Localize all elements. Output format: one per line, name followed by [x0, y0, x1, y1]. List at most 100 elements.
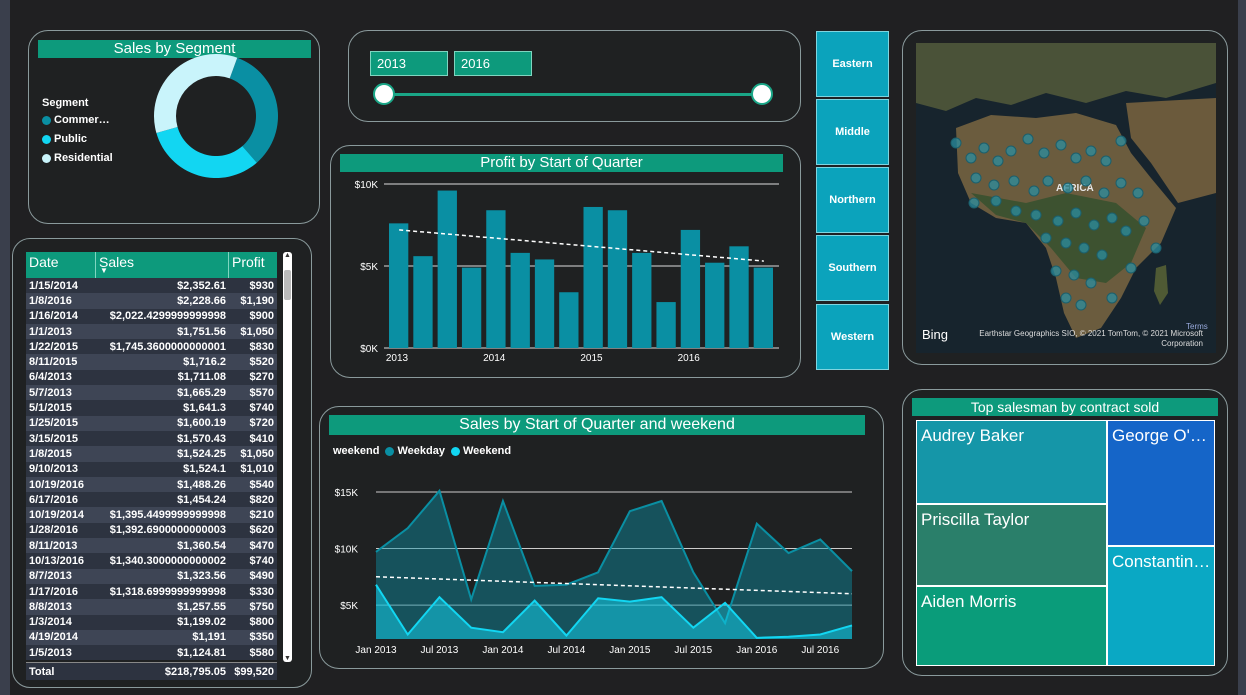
treemap-cell-priscilla-taylor[interactable]: Priscilla Taylor: [916, 504, 1107, 586]
table-row[interactable]: 8/8/2013 $1,257.55 $750: [26, 599, 277, 615]
cell-sales: $1,488.26: [96, 476, 229, 493]
year-range-slicer: 2013 2016: [348, 30, 801, 122]
table-row[interactable]: 1/22/2015 $1,745.3600000000001 $830: [26, 339, 277, 355]
map-bubble: [1008, 175, 1020, 187]
treemap-cell-george[interactable]: George O'…: [1107, 420, 1215, 546]
table-row[interactable]: 6/17/2016 $1,454.24 $820: [26, 492, 277, 508]
legend-weekend-label: Weekend: [462, 445, 512, 457]
region-button-southern[interactable]: Southern: [816, 235, 889, 301]
segment-legend-label: Residential: [54, 152, 113, 164]
table-row[interactable]: 8/11/2015 $1,716.2 $520: [26, 354, 277, 370]
y-tick-label: $5K: [340, 601, 358, 612]
map-bubble: [950, 137, 962, 149]
table-row[interactable]: 1/15/2014 $2,352.61 $930: [26, 278, 277, 294]
map-bubble: [1028, 185, 1040, 197]
donut-slice: [156, 126, 257, 178]
header-date[interactable]: Date: [26, 252, 96, 278]
profit-chart-title: Profit by Start of Quarter: [340, 154, 783, 172]
profit-bar: [705, 262, 725, 348]
total-sales: $218,795.05: [164, 665, 226, 678]
map-bubble: [1100, 155, 1112, 167]
table-header: Date Sales ▼ Profit: [26, 252, 277, 278]
slider-track[interactable]: [385, 93, 763, 96]
table-row[interactable]: 5/1/2015 $1,641.3 $740: [26, 400, 277, 416]
cell-profit: $410: [229, 430, 277, 447]
x-tick-label: Jul 2014: [547, 645, 585, 656]
segment-legend-title: Segment: [42, 97, 89, 109]
cell-date: 5/1/2015: [26, 400, 96, 416]
legend-weekday-label: Weekday: [397, 445, 445, 457]
region-button-eastern[interactable]: Eastern: [816, 31, 889, 97]
map-bubble: [1062, 182, 1074, 194]
sales-weekend-area-chart: $5K $10K $15K Jan 2013 Jul 2013 Jan 2014 Jul 2…: [335, 488, 853, 656]
table-row[interactable]: 8/11/2013 $1,360.54 $470: [26, 538, 277, 554]
cell-sales: $1,524.25: [96, 446, 229, 462]
map-bubble: [1085, 145, 1097, 157]
table-row[interactable]: 1/28/2016 $1,392.6900000000003 $620: [26, 522, 277, 539]
slider-handle-end[interactable]: [751, 83, 773, 105]
donut-slice: [154, 53, 238, 134]
table-row[interactable]: 10/13/2016 $1,340.3000000000002 $740: [26, 553, 277, 569]
table-row[interactable]: 1/1/2013 $1,751.56 $1,050: [26, 323, 277, 340]
table-row[interactable]: 1/5/2013 $1,124.81 $580: [26, 645, 277, 661]
cell-date: 1/17/2016: [26, 583, 96, 600]
year-to-input[interactable]: 2016: [454, 51, 532, 76]
slider-handle-start[interactable]: [373, 83, 395, 105]
table-row[interactable]: 10/19/2016 $1,488.26 $540: [26, 476, 277, 493]
table-row[interactable]: 8/7/2013 $1,323.56 $490: [26, 568, 277, 584]
map-bubble: [1096, 249, 1108, 261]
scroll-up-arrow[interactable]: ▲: [283, 252, 292, 259]
map-bubble: [1052, 215, 1064, 227]
map-bubble: [978, 142, 990, 154]
donut-slice: [229, 57, 278, 163]
table-row[interactable]: 9/10/2013 $1,524.1 $1,010: [26, 461, 277, 477]
table-row[interactable]: 1/8/2016 $2,228.66 $1,190: [26, 293, 277, 309]
y-tick-label: $0K: [360, 344, 378, 355]
africa-map[interactable]: AFRICA Bing Terms: [916, 43, 1216, 353]
cell-profit: $930: [229, 278, 277, 294]
cell-sales: $1,716.2: [96, 354, 229, 370]
profit-bar: [632, 252, 652, 348]
treemap-cell-constantin[interactable]: Constantin…: [1107, 546, 1215, 666]
map-bubble: [1138, 215, 1150, 227]
cell-date: 1/3/2014: [26, 614, 96, 630]
cell-profit: $1,050: [229, 446, 277, 462]
map-bubble: [1060, 237, 1072, 249]
table-row[interactable]: 1/3/2014 $1,199.02 $800: [26, 614, 277, 630]
header-profit[interactable]: Profit: [229, 252, 277, 278]
map-bubble: [968, 197, 980, 209]
table-row[interactable]: 1/16/2014 $2,022.4299999999998 $900: [26, 308, 277, 324]
x-tick-label: Jan 2013: [355, 645, 397, 656]
x-tick-label: Jul 2013: [421, 645, 459, 656]
table-row[interactable]: 6/4/2013 $1,711.08 $270: [26, 369, 277, 386]
table-row[interactable]: 3/15/2015 $1,570.43 $410: [26, 430, 277, 447]
profit-by-quarter-card: Profit by Start of Quarter $0K $5K $10K 201…: [330, 145, 801, 378]
year-from-input[interactable]: 2013: [370, 51, 448, 76]
region-button-northern[interactable]: Northern: [816, 167, 889, 233]
table-row[interactable]: 1/8/2015 $1,524.25 $1,050: [26, 446, 277, 462]
map-bubble: [1038, 147, 1050, 159]
weekday-swatch: [385, 446, 395, 456]
table-row[interactable]: 10/19/2014 $1,395.4499999999998 $210: [26, 507, 277, 523]
profit-bar: [389, 223, 409, 348]
table-row[interactable]: 1/25/2015 $1,600.19 $720: [26, 415, 277, 431]
region-button-middle[interactable]: Middle: [816, 99, 889, 165]
treemap-cell-aiden-morris[interactable]: Aiden Morris: [916, 586, 1107, 666]
scroll-down-arrow[interactable]: ▼: [283, 655, 292, 662]
cell-profit: $540: [229, 476, 277, 493]
profit-bar: [413, 256, 433, 348]
table-row[interactable]: 5/7/2013 $1,665.29 $570: [26, 385, 277, 401]
table-row[interactable]: 1/17/2016 $1,318.6999999999998 $330: [26, 583, 277, 600]
map-bubble: [1042, 175, 1054, 187]
table-row[interactable]: 4/19/2014 $1,191 $350: [26, 629, 277, 646]
y-tick-label: $10K: [335, 545, 359, 556]
treemap-cell-audrey-baker[interactable]: Audrey Baker: [916, 420, 1107, 504]
table-scrollbar[interactable]: ▲ ▼: [283, 252, 292, 662]
header-sales[interactable]: Sales ▼: [96, 252, 229, 278]
cell-profit: $490: [229, 568, 277, 584]
cell-date: 10/19/2014: [26, 507, 96, 523]
region-button-western[interactable]: Western: [816, 304, 889, 370]
segment-swatch: [42, 134, 51, 144]
profit-bar: [680, 229, 701, 348]
scroll-thumb[interactable]: [284, 270, 291, 300]
